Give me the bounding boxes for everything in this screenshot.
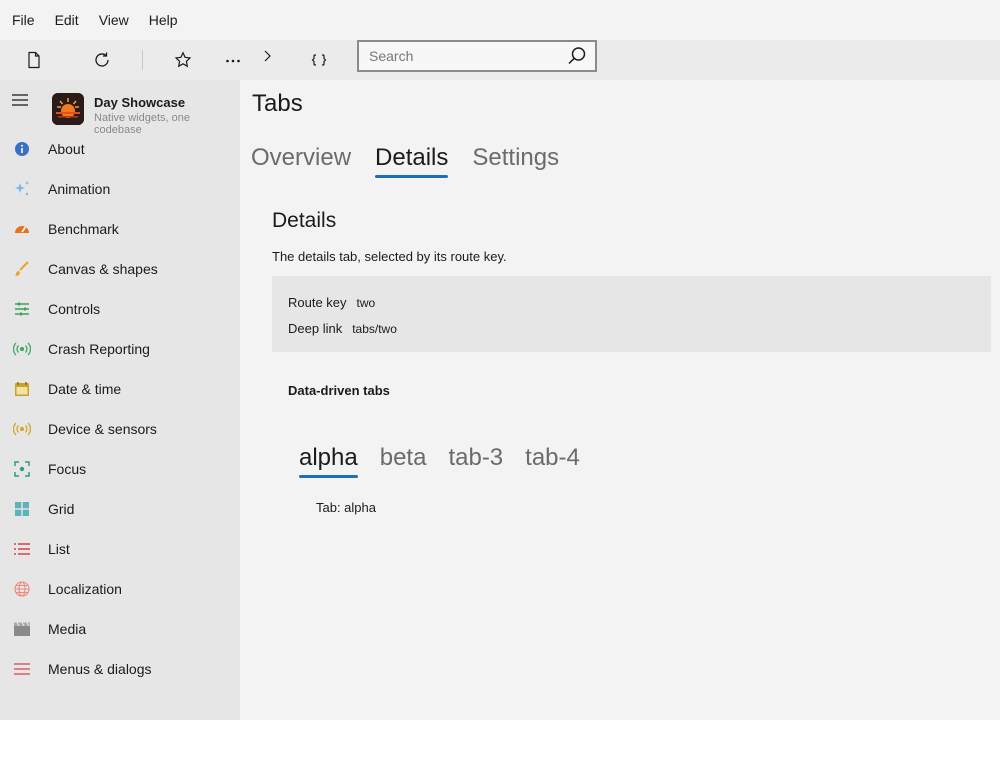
favorite-button[interactable]	[165, 40, 201, 80]
broadcast-icon	[13, 340, 31, 358]
main-content: Tabs Overview Details Settings Details T…	[240, 80, 1000, 720]
section-description: The details tab, selected by its route k…	[272, 249, 507, 264]
focus-icon	[13, 460, 31, 478]
menu-lines-icon	[13, 660, 31, 678]
sidebar-item-label: About	[48, 141, 85, 157]
globe-icon	[13, 580, 31, 598]
sidebar-item-date-time[interactable]: Date & time	[0, 369, 240, 409]
menu-bar: File Edit View Help	[0, 0, 1000, 40]
tab-content: Tab: alpha	[316, 500, 376, 515]
sliders-icon	[13, 300, 31, 318]
sidebar-item-localization[interactable]: Localization	[0, 569, 240, 609]
calendar-icon	[13, 380, 31, 398]
sidebar-item-list[interactable]: List	[0, 529, 240, 569]
info-icon	[13, 140, 31, 158]
more-button[interactable]	[215, 40, 251, 80]
search-icon	[568, 47, 586, 65]
star-icon	[174, 51, 192, 68]
nav-list: About Animation Benchmark Canvas & shape…	[0, 129, 240, 689]
sidebar-item-about[interactable]: About	[0, 129, 240, 169]
speedometer-icon	[13, 220, 31, 238]
chevron-right-icon	[264, 50, 271, 62]
deep-link-label: Deep link	[288, 321, 343, 336]
sidebar-item-device-sensors[interactable]: Device & sensors	[0, 409, 240, 449]
clapperboard-icon	[13, 620, 31, 638]
sidebar-item-label: Focus	[48, 461, 87, 477]
grid-icon	[13, 500, 31, 518]
hamburger-icon	[12, 94, 28, 106]
hamburger-button[interactable]	[4, 84, 36, 116]
sidebar-item-media[interactable]: Media	[0, 609, 240, 649]
sidebar-item-label: Animation	[48, 181, 111, 197]
search-button[interactable]	[559, 42, 595, 70]
sidebar-item-label: Crash Reporting	[48, 341, 150, 357]
tab-3[interactable]: tab-3	[448, 444, 503, 478]
tab-bar: Overview Details Settings	[251, 144, 583, 178]
sidebar-item-label: Device & sensors	[48, 421, 157, 437]
sidebar-item-crash-reporting[interactable]: Crash Reporting	[0, 329, 240, 369]
sidebar-item-label: Localization	[48, 581, 122, 597]
sidebar-item-canvas-shapes[interactable]: Canvas & shapes	[0, 249, 240, 289]
tab-settings[interactable]: Settings	[472, 144, 559, 178]
tab-4[interactable]: tab-4	[525, 444, 580, 478]
more-icon	[226, 59, 240, 63]
tab-beta[interactable]: beta	[380, 444, 427, 478]
deep-link-row: Deep link tabs/two	[288, 321, 397, 336]
tab-details[interactable]: Details	[375, 144, 449, 178]
sparkle-icon	[13, 180, 31, 198]
sidebar: Day Showcase Native widgets, one codebas…	[0, 80, 240, 720]
app-logo	[52, 93, 84, 125]
tab-overview[interactable]: Overview	[251, 144, 351, 178]
sidebar-item-label: Menus & dialogs	[48, 661, 152, 677]
new-document-icon	[28, 51, 40, 69]
braces-icon	[311, 54, 327, 66]
route-key-value: two	[356, 296, 376, 310]
sidebar-item-label: Grid	[48, 501, 75, 517]
menu-edit[interactable]: Edit	[45, 0, 89, 40]
menu-view[interactable]: View	[89, 0, 139, 40]
tab-alpha[interactable]: alpha	[299, 444, 358, 478]
sidebar-item-label: Media	[48, 621, 87, 637]
refresh-icon	[95, 52, 109, 67]
overflow-chevron-button[interactable]	[249, 36, 285, 76]
sidebar-item-animation[interactable]: Animation	[0, 169, 240, 209]
sidebar-item-label: Benchmark	[48, 221, 119, 237]
menu-file[interactable]: File	[2, 0, 45, 40]
sidebar-item-grid[interactable]: Grid	[0, 489, 240, 529]
data-driven-tabs-title: Data-driven tabs	[288, 383, 390, 398]
toolbar-separator	[142, 50, 143, 70]
braces-button[interactable]	[301, 40, 337, 80]
section-title: Details	[272, 209, 337, 232]
menu-help[interactable]: Help	[139, 0, 188, 40]
sidebar-item-menus-dialogs[interactable]: Menus & dialogs	[0, 649, 240, 689]
app-title: Day Showcase	[94, 95, 186, 110]
route-key-label: Route key	[288, 295, 347, 310]
brush-icon	[13, 260, 31, 278]
sidebar-item-controls[interactable]: Controls	[0, 289, 240, 329]
page-title: Tabs	[252, 90, 303, 117]
new-document-button[interactable]	[16, 40, 52, 80]
refresh-button[interactable]	[84, 40, 120, 80]
sensor-icon	[13, 420, 31, 438]
data-driven-tab-bar: alpha beta tab-3 tab-4	[299, 444, 602, 478]
sidebar-item-label: List	[48, 541, 70, 557]
sidebar-item-benchmark[interactable]: Benchmark	[0, 209, 240, 249]
toolbar	[0, 40, 1000, 80]
sidebar-item-label: Controls	[48, 301, 101, 317]
route-key-row: Route key two	[288, 295, 375, 310]
search-input[interactable]	[359, 42, 559, 70]
list-icon	[13, 540, 31, 558]
sidebar-item-label: Date & time	[48, 381, 122, 397]
search-box	[357, 40, 597, 72]
sidebar-item-label: Canvas & shapes	[48, 261, 158, 277]
deep-link-value: tabs/two	[352, 322, 397, 336]
route-info-panel: Route key two Deep link tabs/two	[272, 276, 991, 352]
sidebar-item-focus[interactable]: Focus	[0, 449, 240, 489]
